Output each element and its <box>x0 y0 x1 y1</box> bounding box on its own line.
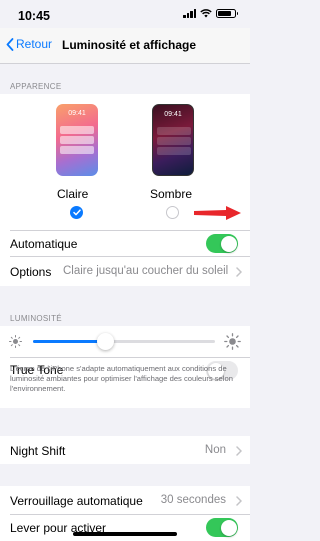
sun-small-icon <box>9 335 22 348</box>
back-button[interactable]: Retour <box>6 37 52 51</box>
status-time: 10:45 <box>18 9 50 23</box>
raise-to-wake-toggle[interactable] <box>206 518 238 537</box>
brightness-slider-fill <box>33 340 106 343</box>
home-indicator <box>73 532 177 536</box>
preview-time: 09:41 <box>164 111 182 118</box>
dark-mode-preview[interactable]: 09:41 <box>152 104 194 176</box>
sun-large-icon <box>224 333 241 350</box>
chevron-right-icon <box>236 446 242 456</box>
auto-lock-label: Verrouillage automatique <box>10 494 143 508</box>
automatic-label: Automatique <box>10 237 78 251</box>
divider <box>10 256 250 257</box>
cellular-signal-icon <box>183 9 196 18</box>
preview-notification <box>60 126 94 134</box>
status-icons <box>183 9 238 18</box>
battery-icon <box>216 9 238 18</box>
options-label: Options <box>10 265 52 279</box>
chevron-right-icon <box>236 267 242 277</box>
options-value: Claire jusqu'au coucher du soleil <box>63 265 229 277</box>
appearance-panel: 09:41 Claire 09:41 Sombre Automatique <box>0 94 250 256</box>
chevron-right-icon <box>236 496 242 506</box>
back-label: Retour <box>16 37 53 51</box>
page-title: Luminosité et affichage <box>62 38 197 52</box>
divider <box>10 230 250 231</box>
preview-notification <box>157 147 191 155</box>
divider <box>10 357 250 358</box>
dark-mode-label: Sombre <box>150 187 193 201</box>
brightness-slider-thumb[interactable] <box>97 333 115 350</box>
night-shift-label: Night Shift <box>10 444 66 458</box>
section-label-appearance: APPARENCE <box>10 82 62 91</box>
annotation-arrow-icon <box>194 206 241 220</box>
divider <box>10 514 250 515</box>
light-mode-label: Claire <box>57 187 89 201</box>
chevron-left-icon <box>6 37 14 51</box>
auto-lock-row[interactable]: Verrouillage automatique 30 secondes <box>0 486 250 514</box>
dark-mode-radio[interactable] <box>166 206 179 219</box>
night-shift-value: Non <box>204 444 226 456</box>
preview-notification <box>60 136 94 144</box>
wifi-icon <box>200 9 212 18</box>
auto-lock-value: 30 secondes <box>160 494 226 506</box>
true-tone-description: L'écran de l'iPhone s'adapte automatique… <box>10 364 233 393</box>
preview-time: 09:41 <box>68 110 86 117</box>
night-shift-row[interactable]: Night Shift Non <box>0 436 250 464</box>
light-mode-radio[interactable] <box>70 206 83 219</box>
preview-notification <box>157 127 191 135</box>
automatic-toggle[interactable] <box>206 234 238 253</box>
preview-notification <box>157 137 191 145</box>
light-mode-preview[interactable]: 09:41 <box>56 104 98 176</box>
checkmark-icon <box>72 209 81 216</box>
options-row[interactable]: Options Claire jusqu'au coucher du solei… <box>0 256 250 286</box>
preview-notification <box>60 146 94 154</box>
section-label-brightness: LUMINOSITÉ <box>10 314 62 323</box>
